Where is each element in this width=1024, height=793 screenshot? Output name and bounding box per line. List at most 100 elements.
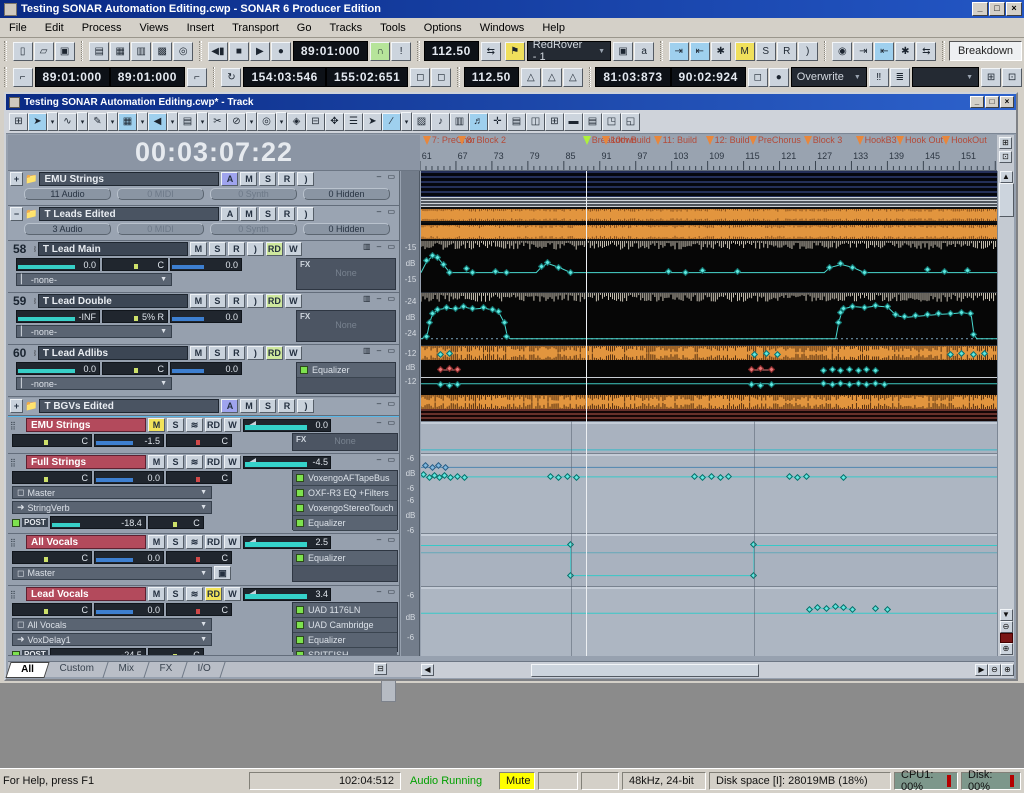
loop-from-selection-button[interactable]: ◻ bbox=[410, 68, 430, 87]
fx-bin[interactable]: FXNone bbox=[296, 310, 396, 342]
mute-tool-button[interactable]: ⊘ bbox=[227, 113, 246, 131]
folder-name[interactable]: T BGVs Edited bbox=[39, 399, 219, 413]
volume-control[interactable]: -INF bbox=[16, 310, 100, 323]
layout-bottom-button[interactable]: ◱ bbox=[621, 113, 640, 131]
offset-mode-button[interactable]: ⇆ bbox=[916, 42, 936, 61]
draw-tool-button[interactable]: ✎ bbox=[88, 113, 107, 131]
strip-button[interactable]: ) bbox=[247, 242, 264, 256]
zoom-fader[interactable] bbox=[1000, 633, 1013, 643]
menu-tracks[interactable]: Tracks bbox=[320, 20, 371, 36]
dropdown-arrow[interactable]: ▾ bbox=[77, 112, 88, 131]
drag-handle[interactable]: ⣿ bbox=[10, 538, 24, 547]
bus-trim-control[interactable]: 0.0 bbox=[94, 471, 164, 484]
toolbar-grip[interactable] bbox=[457, 67, 460, 87]
strip-window-icons[interactable]: ‒ ▭ bbox=[377, 172, 397, 181]
select-tool-button[interactable]: ➤ bbox=[363, 113, 382, 131]
punch-out-display[interactable]: 90:02:924 bbox=[671, 67, 746, 87]
layout-short-button[interactable]: ▬ bbox=[564, 113, 583, 131]
solo-button[interactable]: S bbox=[167, 455, 184, 469]
bus-trim-control[interactable]: 0.0 bbox=[94, 603, 164, 616]
pan-control[interactable]: C bbox=[102, 362, 168, 375]
note-tool-button[interactable]: ♪ bbox=[431, 113, 450, 131]
folder-strip-t-leads-edited[interactable]: −📁T Leads EditedAMSR)‒ ▭3 Audio0 MIDI0 S… bbox=[8, 206, 400, 241]
snap-offset-button[interactable]: ⇤ bbox=[690, 42, 710, 61]
envelope-mode-button[interactable]: ✱ bbox=[895, 42, 915, 61]
fx-bin[interactable]: VoxengoAFTapeBusOXF-R3 EQ +FiltersVoxeng… bbox=[292, 470, 398, 530]
bus-trim-control[interactable]: -1.5 bbox=[94, 434, 164, 447]
menu-file[interactable]: File bbox=[0, 20, 36, 36]
strip-button[interactable]: ) bbox=[297, 207, 314, 221]
menu-tools[interactable]: Tools bbox=[371, 20, 415, 36]
menu-options[interactable]: Options bbox=[415, 20, 471, 36]
archive-button[interactable]: A bbox=[221, 207, 238, 221]
bus-pan2-control[interactable]: C bbox=[166, 551, 232, 564]
dropdown-arrow[interactable]: ▾ bbox=[167, 112, 178, 131]
measure-ruler[interactable]: 6167737985919710310911512112713313914515… bbox=[420, 150, 997, 170]
expand-strips-button[interactable]: ⊞ bbox=[999, 137, 1012, 149]
mute-button[interactable]: M bbox=[240, 172, 257, 186]
track-strip-60[interactable]: 60⧙T Lead AdlibsMSR)RDW▥ ‒ ▭0.0C0.0▏-non… bbox=[8, 345, 400, 397]
strip-button[interactable]: ) bbox=[297, 172, 314, 186]
bus-volume-fader[interactable]: 2.5 bbox=[243, 536, 331, 549]
read-automation-button[interactable]: RD bbox=[266, 294, 283, 308]
smart-tool-button[interactable]: ➤ bbox=[28, 113, 47, 131]
bus-pan-control[interactable]: C bbox=[12, 471, 92, 484]
select-start-button[interactable]: ⌐ bbox=[13, 68, 33, 87]
toolbar-grip[interactable] bbox=[213, 67, 216, 87]
archive-button[interactable]: A bbox=[221, 172, 238, 186]
snap-to-grid-button[interactable]: ⇥ bbox=[669, 42, 689, 61]
save-button[interactable]: ▣ bbox=[55, 42, 75, 61]
track-lane-t-lead-main[interactable] bbox=[421, 241, 997, 293]
groove-clip-audition-button[interactable]: ⊞ bbox=[981, 68, 1001, 87]
fx-plugin-voxengoaftapebus[interactable]: VoxengoAFTapeBus bbox=[293, 471, 397, 486]
read-automation-button[interactable]: RD bbox=[205, 535, 222, 549]
tab-i-o[interactable]: I/O bbox=[182, 662, 226, 678]
track-view-button[interactable]: ▤ bbox=[89, 42, 109, 61]
snap-landmark-button[interactable]: ✱ bbox=[711, 42, 731, 61]
fit-tracks-button[interactable]: ✥ bbox=[325, 113, 344, 131]
fx-bin[interactable]: Equalizer bbox=[292, 550, 398, 582]
send-level-control[interactable]: 0.0 bbox=[170, 362, 242, 375]
bus-lane-all-vocals[interactable] bbox=[421, 533, 997, 586]
menu-edit[interactable]: Edit bbox=[36, 20, 73, 36]
select-end-display[interactable]: 89:01:000 bbox=[110, 67, 185, 87]
arm-button[interactable]: R bbox=[278, 399, 295, 413]
write-automation-button[interactable]: W bbox=[285, 294, 302, 308]
crosshair-button[interactable]: ✛ bbox=[488, 113, 507, 131]
zoom-out-vertical-button[interactable]: ⊖ bbox=[1000, 621, 1013, 633]
strip-button[interactable]: ≋ bbox=[186, 535, 203, 549]
strip-button[interactable]: ) bbox=[247, 346, 264, 360]
zoom-in-horizontal-button[interactable]: ⊕ bbox=[1001, 664, 1014, 676]
input-select[interactable]: ▏-none-▼ bbox=[16, 377, 172, 390]
folder-strip-emu-strings[interactable]: +📁EMU StringsAMSR)‒ ▭11 Audio0 MIDI0 Syn… bbox=[8, 171, 400, 206]
track-maximize-button[interactable]: □ bbox=[985, 96, 999, 108]
automation-snap-button[interactable]: ⇥ bbox=[853, 42, 873, 61]
tempo-insert-button[interactable]: △ bbox=[521, 68, 541, 87]
folder-expander[interactable]: + bbox=[10, 172, 23, 186]
dropdown-arrow[interactable]: ▾ bbox=[246, 112, 257, 131]
archive-button[interactable]: A bbox=[221, 399, 238, 413]
fit-project-button[interactable]: ☰ bbox=[344, 113, 363, 131]
mute-button[interactable]: M bbox=[240, 399, 257, 413]
fx-plugin-equalizer[interactable]: Equalizer bbox=[293, 551, 397, 566]
tempo-display-2[interactable]: 112.50 bbox=[464, 67, 519, 87]
arm-button[interactable]: R bbox=[278, 172, 295, 186]
bus-trim-control[interactable]: 0.0 bbox=[94, 551, 164, 564]
dropdown-arrow[interactable]: ▾ bbox=[276, 112, 287, 131]
loop-start-display[interactable]: 154:03:546 bbox=[243, 67, 325, 87]
bus-strip-all-vocals[interactable]: ⣿All VocalsMS≋RDW2.5‒ ▭C0.0C◻Master▼▣Equ… bbox=[8, 534, 400, 586]
folder-count-chip[interactable]: 3 Audio bbox=[24, 223, 111, 235]
read-automation-button[interactable]: RD bbox=[205, 587, 222, 601]
record-button[interactable]: ● bbox=[271, 42, 291, 61]
bus-pan2-control[interactable]: C bbox=[166, 603, 232, 616]
write-automation-button[interactable]: W bbox=[224, 418, 241, 432]
new-file-button[interactable]: ▯ bbox=[13, 42, 33, 61]
menu-insert[interactable]: Insert bbox=[178, 20, 224, 36]
vertical-scroll-thumb[interactable] bbox=[999, 183, 1014, 217]
auto-crossfade-button[interactable]: a bbox=[634, 42, 654, 61]
erase-tool-button[interactable]: ▨ bbox=[412, 113, 431, 131]
send-pan-control[interactable]: C bbox=[148, 516, 204, 529]
console-view-button[interactable]: ▥ bbox=[131, 42, 151, 61]
track-minimize-button[interactable]: _ bbox=[970, 96, 984, 108]
minimized-tracks-band[interactable] bbox=[421, 171, 997, 197]
